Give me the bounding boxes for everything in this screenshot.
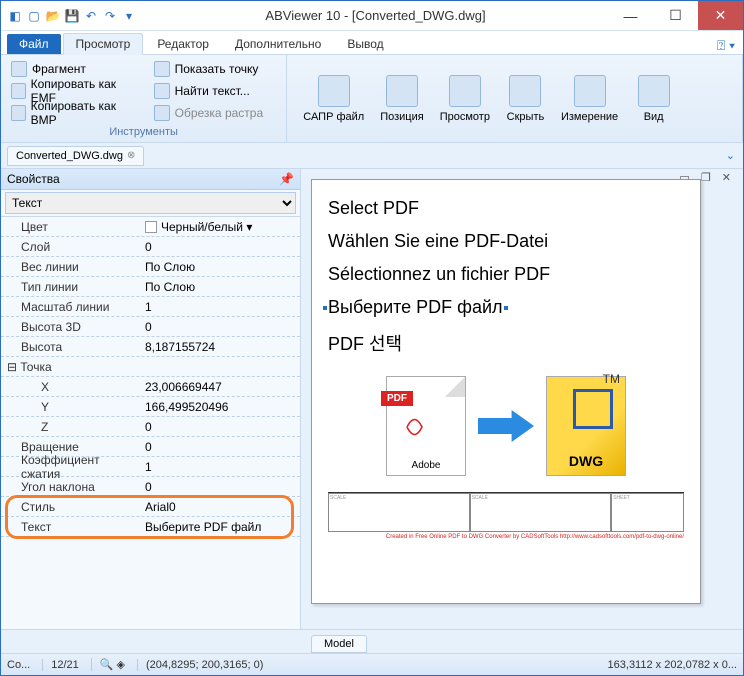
position-button[interactable]: Позиция bbox=[372, 59, 432, 138]
target-icon bbox=[154, 61, 170, 77]
text-entity[interactable]: Select PDF bbox=[328, 198, 684, 219]
grip-handle[interactable] bbox=[503, 305, 509, 311]
status-size: 163,3112 x 202,0782 x 0... bbox=[608, 659, 737, 671]
property-row[interactable]: СтильArial0 bbox=[1, 497, 300, 517]
measure-button[interactable]: Измерение bbox=[553, 59, 626, 138]
close-tab-icon[interactable]: ⊗ bbox=[127, 150, 135, 161]
show-point-button[interactable]: Показать точку bbox=[152, 59, 279, 79]
property-row[interactable]: Коэффициент сжатия1 bbox=[1, 457, 300, 477]
property-row[interactable]: Слой0 bbox=[1, 237, 300, 257]
property-grid[interactable]: ЦветЧерный/белый ▾Слой0Вес линииПо СлоюТ… bbox=[1, 217, 300, 629]
ribbon: Фрагмент Копировать как EMF Копировать к… bbox=[1, 55, 743, 143]
type-select[interactable]: Текст bbox=[5, 192, 296, 214]
model-tab[interactable]: Model bbox=[311, 635, 367, 653]
redo-icon[interactable]: ↷ bbox=[102, 8, 118, 24]
find-text-button[interactable]: Найти текст... bbox=[152, 81, 279, 101]
property-row[interactable]: ЦветЧерный/белый ▾ bbox=[1, 217, 300, 237]
pin-icon[interactable]: 📌 bbox=[279, 172, 294, 186]
emf-icon bbox=[11, 83, 26, 99]
text-entity[interactable]: Sélectionnez un fichier PDF bbox=[328, 264, 684, 285]
tab-output[interactable]: Вывод bbox=[335, 34, 395, 54]
drawing-canvas[interactable]: ▭ ❐ ✕ Select PDF Wählen Sie eine PDF-Dat… bbox=[301, 169, 743, 629]
preview-button[interactable]: Просмотр bbox=[432, 59, 498, 138]
trim-raster-button[interactable]: Обрезка растра bbox=[152, 103, 279, 123]
status-cmd: Co... bbox=[7, 659, 30, 671]
window-title: ABViewer 10 - [Converted_DWG.dwg] bbox=[143, 8, 608, 23]
dwg-file-icon: DWG bbox=[546, 376, 626, 476]
ribbon-group-view: САПР файл Позиция Просмотр Скрыть Измере… bbox=[287, 55, 743, 142]
tab-options-icon[interactable]: ⌄ bbox=[726, 149, 743, 162]
dna-icon bbox=[318, 75, 350, 107]
qat-dropdown-icon[interactable]: ▾ bbox=[121, 8, 137, 24]
property-row[interactable]: Y166,499520496 bbox=[1, 397, 300, 417]
zoom-icon bbox=[386, 75, 418, 107]
bmp-icon bbox=[11, 105, 26, 121]
cube-icon[interactable]: ◧ bbox=[7, 8, 23, 24]
properties-header: Свойства 📌 bbox=[1, 169, 300, 190]
grip-handle[interactable] bbox=[322, 305, 328, 311]
close-button[interactable]: ✕ bbox=[698, 1, 743, 30]
trademark-label: TM bbox=[603, 372, 620, 386]
credit-text: Created in Free Online PDF to DWG Conver… bbox=[328, 534, 684, 540]
fragment-button[interactable]: Фрагмент bbox=[9, 59, 136, 79]
property-row[interactable]: Тип линииПо Слою bbox=[1, 277, 300, 297]
view-button[interactable]: Вид bbox=[626, 59, 681, 138]
minimize-button[interactable]: — bbox=[608, 1, 653, 30]
tab-editor[interactable]: Редактор bbox=[145, 34, 221, 54]
text-entity[interactable]: PDF 선택 bbox=[328, 330, 684, 356]
tab-extra[interactable]: Дополнительно bbox=[223, 34, 333, 54]
help-icon[interactable]: ⍰ ▾ bbox=[717, 37, 743, 54]
titlebar: ◧ ▢ 📂 💾 ↶ ↷ ▾ ABViewer 10 - [Converted_D… bbox=[1, 1, 743, 31]
maximize-button[interactable]: ☐ bbox=[653, 1, 698, 30]
hide-icon bbox=[509, 75, 541, 107]
ribbon-group-label: Инструменты bbox=[9, 124, 278, 138]
expand-icon bbox=[638, 75, 670, 107]
property-row[interactable]: Угол наклона0 bbox=[1, 477, 300, 497]
ruler-icon bbox=[574, 75, 606, 107]
property-row[interactable]: ТекстВыберите PDF файл bbox=[1, 517, 300, 537]
document-tab[interactable]: Converted_DWG.dwg ⊗ bbox=[7, 146, 144, 166]
conversion-graphic: PDF Adobe DWG TM bbox=[328, 376, 684, 476]
point-group[interactable]: ⊟ Точка bbox=[1, 357, 300, 377]
drawing-page: Select PDF Wählen Sie eine PDF-Datei Sél… bbox=[311, 179, 701, 604]
pdf-file-icon: PDF Adobe bbox=[386, 376, 466, 476]
new-icon[interactable]: ▢ bbox=[26, 8, 42, 24]
status-bar: Co... 12/21 🔍 ◈ (204,8295; 200,3165; 0) … bbox=[1, 653, 743, 675]
properties-panel: Свойства 📌 Текст ЦветЧерный/белый ▾Слой0… bbox=[1, 169, 301, 629]
ribbon-group-tools: Фрагмент Копировать как EMF Копировать к… bbox=[1, 55, 287, 142]
copy-bmp-button[interactable]: Копировать как BMP bbox=[9, 103, 136, 123]
text-entity[interactable]: Wählen Sie eine PDF-Datei bbox=[328, 231, 684, 252]
status-count: 12/21 bbox=[42, 659, 79, 671]
ribbon-tabs: Файл Просмотр Редактор Дополнительно Выв… bbox=[1, 31, 743, 55]
copy-emf-button[interactable]: Копировать как EMF bbox=[9, 81, 136, 101]
property-row[interactable]: Вес линииПо Слою bbox=[1, 257, 300, 277]
hide-button[interactable]: Скрыть bbox=[498, 59, 553, 138]
property-row[interactable]: Высота 3D0 bbox=[1, 317, 300, 337]
save-icon[interactable]: 💾 bbox=[64, 8, 80, 24]
cad-file-button[interactable]: САПР файл bbox=[295, 59, 372, 138]
crop-icon bbox=[154, 105, 170, 121]
open-icon[interactable]: 📂 bbox=[45, 8, 61, 24]
tab-file[interactable]: Файл bbox=[7, 34, 61, 54]
workspace: Свойства 📌 Текст ЦветЧерный/белый ▾Слой0… bbox=[1, 169, 743, 629]
fragment-icon bbox=[11, 61, 27, 77]
type-selector: Текст bbox=[1, 190, 300, 217]
title-block: SCALESCALESHEET bbox=[328, 492, 684, 532]
status-coords: (204,8295; 200,3165; 0) bbox=[137, 659, 263, 671]
window-buttons: — ☐ ✕ bbox=[608, 1, 743, 30]
property-row[interactable]: Z0 bbox=[1, 417, 300, 437]
status-icons[interactable]: 🔍 ◈ bbox=[91, 658, 125, 671]
property-row[interactable]: Высота8,187155724 bbox=[1, 337, 300, 357]
undo-icon[interactable]: ↶ bbox=[83, 8, 99, 24]
tab-view[interactable]: Просмотр bbox=[63, 33, 144, 55]
text-entity-selected[interactable]: Выберите PDF файл bbox=[328, 297, 503, 318]
document-tabs: Converted_DWG.dwg ⊗ ⌄ bbox=[1, 143, 743, 169]
property-row[interactable]: Масштаб линии1 bbox=[1, 297, 300, 317]
property-row[interactable]: X23,006669447 bbox=[1, 377, 300, 397]
arrow-icon bbox=[478, 406, 534, 446]
layout-tabs: Model bbox=[1, 629, 743, 653]
find-icon bbox=[154, 83, 170, 99]
grid-icon bbox=[449, 75, 481, 107]
quick-access-toolbar: ◧ ▢ 📂 💾 ↶ ↷ ▾ bbox=[1, 8, 143, 24]
